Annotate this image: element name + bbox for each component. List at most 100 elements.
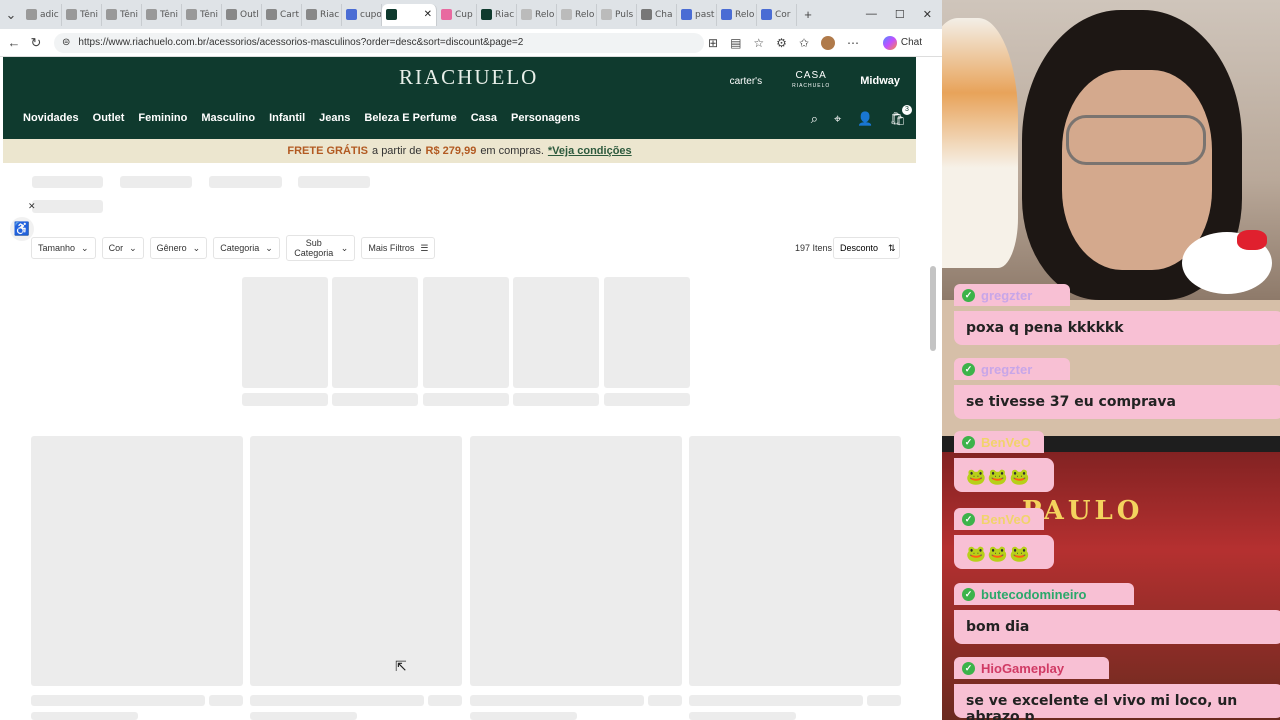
brand-casa-sub: RIACHUELO (792, 83, 831, 89)
tab-favicon-icon (561, 9, 572, 20)
browser-tab[interactable]: ✕ (382, 3, 437, 26)
close-icon[interactable]: ✕ (28, 201, 36, 212)
apps-icon[interactable]: ⊞ (708, 36, 718, 50)
favorite-star-icon[interactable]: ☆ (753, 36, 764, 50)
tab-label: past (695, 9, 715, 20)
more-icon[interactable]: ⋯ (847, 36, 859, 50)
promo-conditions-link[interactable]: *Veja condições (548, 145, 632, 157)
sort-dropdown[interactable]: Desconto ⇅ (833, 237, 900, 259)
browser-tab[interactable]: Puls (597, 3, 637, 26)
menu-item[interactable]: Feminino (138, 112, 187, 124)
filter-dropdown[interactable]: Cor ⌄ (101, 237, 144, 259)
browser-tab[interactable]: Têni (102, 3, 142, 26)
maximize-icon[interactable]: ☐ (895, 8, 905, 21)
category-label-skeleton (604, 393, 690, 406)
tab-label: Têni (200, 9, 218, 20)
category-label-skeleton (332, 393, 418, 406)
menu-item[interactable]: Masculino (201, 112, 255, 124)
site-info-icon[interactable]: ⊜ (62, 37, 70, 48)
browser-tab[interactable]: Riac (477, 3, 517, 26)
header-icons: ⌕ ⌖ 👤 🛍 3 (811, 105, 912, 127)
product-image-skeleton (31, 436, 243, 686)
reload-icon[interactable]: ↻ (25, 35, 47, 51)
brand-carters[interactable]: carter's (730, 76, 762, 87)
extensions-icon[interactable]: ⚙ (776, 36, 787, 50)
brand-casa-title: CASA (795, 70, 827, 81)
chat-username: ✓ gregzter (954, 284, 1070, 306)
browser-tab[interactable]: Cup (437, 3, 477, 26)
tab-close-icon[interactable]: ✕ (424, 9, 432, 20)
url-text: https://www.riachuelo.com.br/acessorios/… (78, 37, 524, 48)
product-price-skeleton (209, 695, 243, 706)
filter-dropdown[interactable]: Sub Categoria ⌄ (285, 235, 356, 261)
url-field[interactable]: ⊜ https://www.riachuelo.com.br/acessorio… (54, 32, 704, 53)
category-card-skeleton (604, 277, 690, 388)
tab-list-icon[interactable]: ⌄ (0, 7, 22, 23)
browser-tab[interactable]: Relo (517, 3, 557, 26)
site-logo[interactable]: RIACHUELO (399, 65, 538, 90)
minimize-icon[interactable]: — (866, 8, 877, 21)
browser-tab[interactable]: Outl (222, 3, 262, 26)
search-icon[interactable]: ⌕ (811, 111, 818, 127)
menu-item[interactable]: Personagens (511, 112, 580, 124)
tab-label: Riac (320, 9, 340, 20)
emote-icon: 🐸🐸🐸 (966, 544, 1032, 563)
tab-favicon-icon (306, 9, 317, 20)
browser-tab[interactable]: Têni (182, 3, 222, 26)
address-bar: ← ↻ ⊜ https://www.riachuelo.com.br/acess… (0, 29, 942, 57)
browser-tab[interactable]: cupo (342, 3, 382, 26)
tab-label: Outl (240, 9, 259, 20)
browser-tab[interactable]: Têni (142, 3, 182, 26)
user-icon[interactable]: 👤 (857, 111, 873, 127)
tab-label: Cor (775, 9, 791, 20)
favorites-icon[interactable]: ✩ (799, 36, 809, 50)
browser-tab[interactable]: Cha (637, 3, 677, 26)
filter-dropdown[interactable]: Categoria ⌄ (213, 237, 280, 259)
tab-favicon-icon (481, 9, 492, 20)
browser-tab[interactable]: Riac (302, 3, 342, 26)
product-price-skeleton (648, 695, 682, 706)
browser-tab[interactable]: Relo (717, 3, 757, 26)
browser-tab[interactable]: Relo (557, 3, 597, 26)
browser-tab[interactable]: adic (22, 3, 62, 26)
breadcrumb-skeleton (209, 176, 282, 188)
browser-tab[interactable]: Cart (262, 3, 302, 26)
brand-midway[interactable]: Midway (860, 75, 900, 87)
chat-username-text: BenVeO (981, 511, 1031, 527)
category-label-skeleton (242, 393, 328, 406)
new-tab-icon[interactable]: + (797, 7, 819, 22)
tab-favicon-icon (66, 9, 77, 20)
reader-icon[interactable]: ▤ (730, 36, 741, 50)
close-window-icon[interactable]: ✕ (923, 8, 932, 21)
product-price-skeleton (867, 695, 901, 706)
browser-tab[interactable]: Cor (757, 3, 797, 26)
browser-tab[interactable]: Têni (62, 3, 102, 26)
menu-item[interactable]: Novidades (23, 112, 79, 124)
copilot-chat-button[interactable]: Chat (882, 35, 922, 50)
cart-count-badge: 3 (902, 105, 912, 115)
filter-dropdown[interactable]: Tamanho ⌄ (31, 237, 96, 259)
profile-avatar[interactable] (821, 35, 835, 50)
menu-item[interactable]: Beleza E Perfume (364, 112, 456, 124)
browser-tab[interactable]: past (677, 3, 717, 26)
location-icon[interactable]: ⌖ (834, 111, 841, 127)
product-sub-skeleton (31, 712, 138, 720)
brand-casa[interactable]: CASA RIACHUELO (792, 71, 830, 91)
menu-item[interactable]: Jeans (319, 112, 350, 124)
menu-item[interactable]: Infantil (269, 112, 305, 124)
product-price-skeleton (428, 695, 462, 706)
filter-dropdown[interactable]: Gênero ⌄ (149, 237, 208, 259)
back-icon[interactable]: ← (3, 35, 25, 50)
chat-message-text: poxa q pena kkkkkk (966, 320, 1124, 336)
page-scrollbar[interactable] (930, 266, 936, 351)
cart-icon[interactable]: 🛍 3 (889, 105, 912, 127)
window-controls: — ☐ ✕ (866, 8, 942, 21)
more-filters-button[interactable]: Mais Filtros ☰ (361, 237, 436, 259)
promo-text-purchases: em compras. (480, 145, 544, 157)
chevron-down-icon: ⌄ (340, 243, 349, 253)
tabs-container: adic Têni Têni Têni Têni Outl Cart Riac cupo ✕ Cup… (22, 3, 797, 26)
emote-icon: 🐸🐸🐸 (966, 467, 1032, 486)
menu-item[interactable]: Casa (471, 112, 497, 124)
menu-item[interactable]: Outlet (93, 112, 125, 124)
verified-check-icon: ✓ (962, 362, 975, 376)
